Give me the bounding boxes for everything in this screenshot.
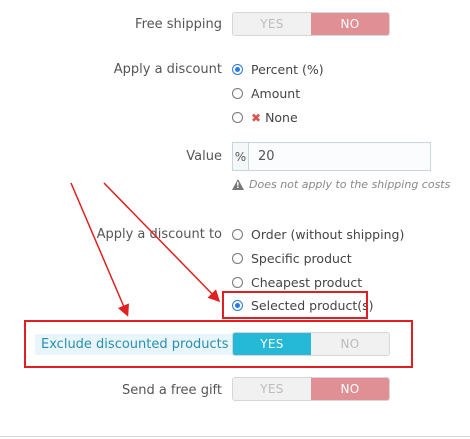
annotation-arrows (70, 182, 221, 317)
bottom-divider (0, 436, 470, 437)
arrow-to-selected-products (103, 182, 221, 303)
arrow-to-exclude-row (70, 182, 129, 317)
